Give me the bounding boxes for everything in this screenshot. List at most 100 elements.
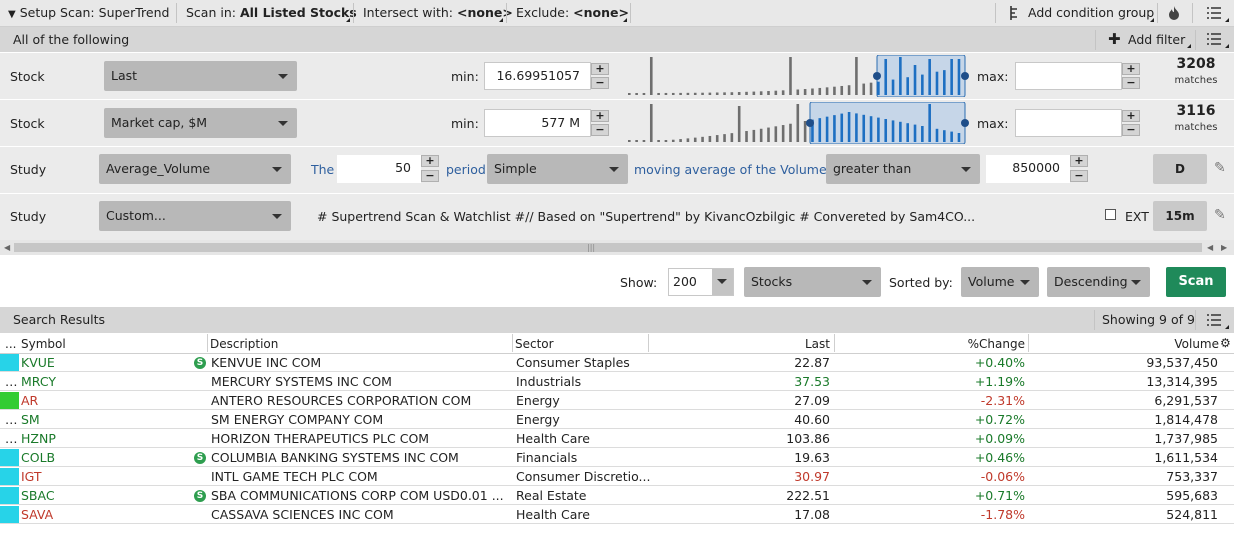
- aggregation-button[interactable]: 15m: [1153, 201, 1207, 231]
- decrement-button[interactable]: −: [421, 170, 439, 182]
- market-cap-histogram[interactable]: [626, 102, 971, 144]
- column-header-last[interactable]: Last: [650, 336, 830, 353]
- range-handle[interactable]: [961, 72, 969, 80]
- histogram-bar: [693, 137, 697, 142]
- scan-in-dropdown[interactable]: Scan in: All Listed Stocks: [186, 0, 357, 26]
- histogram-bar: [774, 90, 778, 95]
- symbol-cell[interactable]: HZNP: [21, 429, 56, 448]
- volume-cell: 753,337: [1166, 469, 1218, 484]
- menu-icon[interactable]: [1207, 314, 1221, 329]
- column-header-change[interactable]: %Change: [836, 336, 1025, 353]
- increment-button[interactable]: +: [421, 155, 439, 167]
- histogram-bar: [928, 59, 931, 95]
- volume-cell: 13,314,395: [1146, 374, 1218, 389]
- field-dropdown[interactable]: Market cap, $M: [104, 108, 297, 138]
- range-handle[interactable]: [961, 119, 969, 127]
- column-header-flag[interactable]: ...: [5, 336, 16, 353]
- period-label: period: [446, 162, 486, 177]
- alert-flag: [0, 487, 19, 504]
- study-dropdown[interactable]: Average_Volume: [99, 154, 291, 184]
- menu-icon[interactable]: [1207, 7, 1221, 22]
- volume-cell: 6,291,537: [1154, 393, 1218, 408]
- description-cell: CASSAVA SCIENCES INC COM: [211, 507, 394, 522]
- symbol-cell[interactable]: SAVA: [21, 505, 53, 524]
- threshold-input[interactable]: 850000: [986, 155, 1070, 183]
- gear-icon[interactable]: ⚙: [1220, 336, 1231, 350]
- histogram-bar: [884, 119, 888, 142]
- column-header-description[interactable]: Description: [210, 336, 278, 353]
- results-header: [0, 307, 1234, 333]
- study-dropdown[interactable]: Custom...: [99, 201, 291, 231]
- increment-button[interactable]: +: [591, 110, 609, 122]
- max-input[interactable]: [1015, 62, 1122, 90]
- increment-button[interactable]: +: [1070, 155, 1088, 167]
- increment-button[interactable]: +: [591, 63, 609, 75]
- decrement-button[interactable]: −: [1122, 124, 1140, 136]
- range-handle[interactable]: [806, 119, 814, 127]
- increment-button[interactable]: +: [1122, 63, 1140, 75]
- symbol-cell[interactable]: MRCY: [21, 372, 56, 391]
- scrollbar-thumb[interactable]: [14, 243, 1202, 252]
- pencil-icon[interactable]: ✎: [1214, 207, 1226, 223]
- sort-order-dropdown[interactable]: Descending: [1047, 267, 1150, 297]
- scroll-left-icon[interactable]: ◀: [4, 243, 10, 252]
- condition-group-icon: [1009, 5, 1021, 24]
- symbol-cell[interactable]: COLB: [21, 448, 55, 467]
- symbol-cell[interactable]: AR: [21, 391, 38, 410]
- volume-cell: 93,537,450: [1146, 355, 1218, 370]
- row-menu-icon[interactable]: …: [5, 372, 18, 391]
- increment-button[interactable]: +: [1122, 110, 1140, 122]
- menu-icon[interactable]: [1207, 33, 1221, 48]
- filter-type-label: Stock: [10, 116, 45, 131]
- decrement-button[interactable]: −: [1122, 77, 1140, 89]
- exclude-dropdown[interactable]: Exclude: <none>: [516, 0, 629, 26]
- aggregation-button[interactable]: D: [1153, 154, 1207, 184]
- min-input[interactable]: 577 M: [484, 109, 591, 137]
- sort-field-dropdown[interactable]: Volume: [961, 267, 1039, 297]
- field-dropdown[interactable]: Last: [104, 61, 297, 91]
- column-header-symbol[interactable]: Symbol: [21, 336, 66, 353]
- histogram-bar: [701, 92, 704, 95]
- length-input[interactable]: 50: [337, 155, 421, 183]
- price-histogram[interactable]: [626, 55, 971, 97]
- fire-icon[interactable]: [1167, 5, 1181, 24]
- column-header-sector[interactable]: Sector: [515, 336, 554, 353]
- histogram-bar: [906, 77, 909, 95]
- histogram-bar: [789, 123, 792, 142]
- add-filter-button[interactable]: Add filter: [1128, 32, 1185, 47]
- histogram-bar: [664, 140, 668, 142]
- add-condition-group-button[interactable]: Add condition group: [1028, 0, 1154, 26]
- description-cell: COLUMBIA BANKING SYSTEMS INC COM: [211, 450, 459, 465]
- show-count-toggle[interactable]: [712, 269, 733, 295]
- row-menu-icon[interactable]: …: [5, 410, 18, 429]
- intersect-dropdown[interactable]: Intersect with: <none>: [363, 0, 513, 26]
- custom-study-code[interactable]: # Supertrend Scan & Watchlist #// Based …: [317, 209, 975, 224]
- symbol-cell[interactable]: KVUE: [21, 353, 55, 372]
- asset-type-dropdown[interactable]: Stocks: [744, 267, 881, 297]
- matches-label: matches: [1174, 75, 1218, 86]
- sort-field-value: Volume: [968, 274, 1015, 289]
- average-type-dropdown[interactable]: Simple: [487, 154, 628, 184]
- symbol-cell[interactable]: SM: [21, 410, 40, 429]
- setup-scan-menu[interactable]: ▼ Setup Scan: SuperTrend: [8, 0, 169, 26]
- symbol-cell[interactable]: SBAC: [21, 486, 55, 505]
- condition-dropdown[interactable]: greater than: [826, 154, 980, 184]
- decrement-button[interactable]: −: [591, 77, 609, 89]
- scan-button[interactable]: Scan: [1166, 267, 1226, 297]
- histogram-bar: [649, 57, 653, 95]
- volume-cell: 1,737,985: [1154, 431, 1218, 446]
- ext-checkbox[interactable]: [1105, 209, 1116, 220]
- range-handle[interactable]: [873, 72, 881, 80]
- histogram-bar: [840, 113, 844, 142]
- column-header-volume[interactable]: Volume: [1030, 336, 1219, 353]
- max-input[interactable]: [1015, 109, 1122, 137]
- row-menu-icon[interactable]: …: [5, 429, 18, 448]
- intersect-value: <none>: [457, 5, 513, 20]
- symbol-cell[interactable]: IGT: [21, 467, 42, 486]
- min-input[interactable]: 16.69951057: [484, 62, 591, 90]
- pencil-icon[interactable]: ✎: [1214, 160, 1226, 176]
- decrement-button[interactable]: −: [1070, 170, 1088, 182]
- decrement-button[interactable]: −: [591, 124, 609, 136]
- scroll-right-icon[interactable]: ▶: [1221, 243, 1227, 252]
- scroll-left-icon[interactable]: ◀: [1207, 243, 1213, 252]
